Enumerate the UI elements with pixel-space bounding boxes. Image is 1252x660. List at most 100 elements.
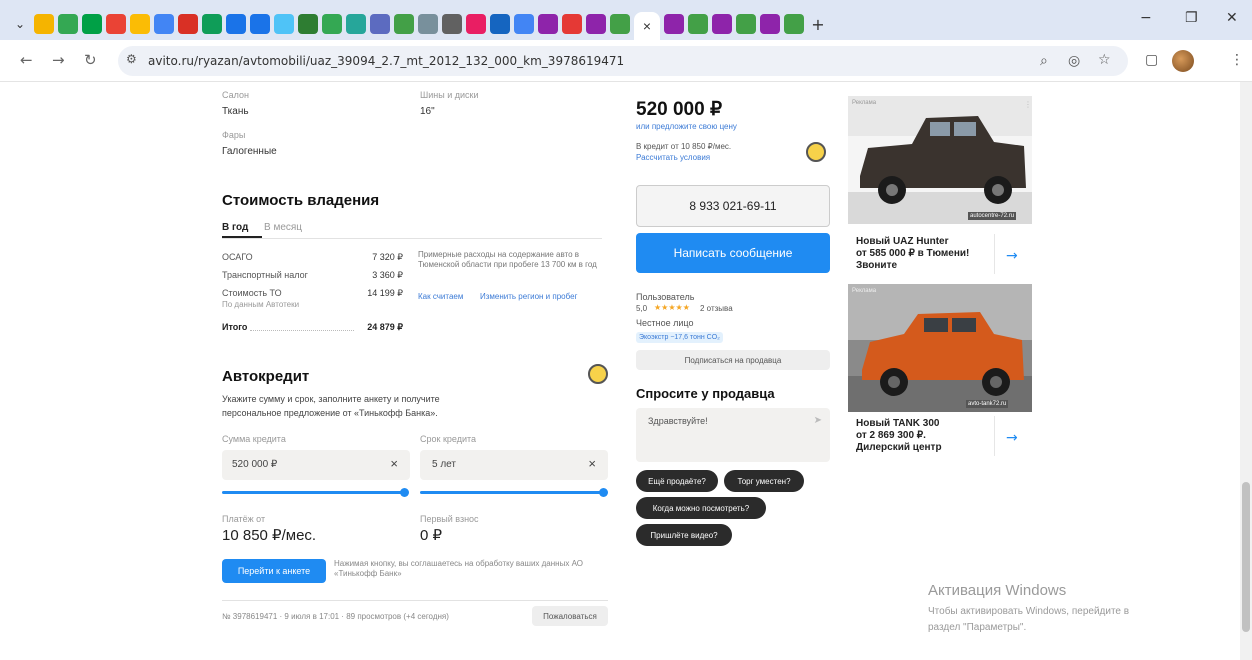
tab-favicon[interactable] bbox=[514, 14, 534, 34]
write-message-button[interactable]: Написать сообщение bbox=[636, 233, 830, 273]
tab-favicon[interactable] bbox=[466, 14, 486, 34]
send-icon[interactable]: ➤ bbox=[814, 415, 822, 426]
salon-value: Ткань bbox=[222, 106, 249, 117]
restore-icon[interactable]: ❐ bbox=[1185, 10, 1198, 26]
url-text[interactable]: avito.ru/ryazan/avtomobili/uaz_39094_2.7… bbox=[148, 54, 624, 68]
tab-favicon[interactable] bbox=[226, 14, 246, 34]
url-field[interactable]: ⚙ avito.ru/ryazan/avtomobili/uaz_39094_2… bbox=[118, 46, 1128, 76]
tab-favicon[interactable] bbox=[154, 14, 174, 34]
clear-sum-icon[interactable]: × bbox=[390, 456, 398, 471]
menu-dots-icon[interactable]: ⋮ bbox=[1230, 52, 1244, 68]
apply-button[interactable]: Перейти к анкете bbox=[222, 559, 326, 583]
payment-label: Платёж от bbox=[222, 514, 266, 524]
tab-favicon[interactable] bbox=[106, 14, 126, 34]
tax-label: Транспортный налог bbox=[222, 270, 308, 280]
ad-arrow-icon[interactable]: → bbox=[1006, 430, 1018, 446]
show-phone-button[interactable]: 8 933 021-69-11 bbox=[636, 185, 830, 227]
ad-card[interactable]: Реклама avto-tank72.ru Новый TANK 300 от… bbox=[848, 284, 1032, 466]
reviews-link[interactable]: 2 отзыва bbox=[700, 304, 733, 313]
tab-favicon[interactable] bbox=[298, 14, 318, 34]
tab-favicon[interactable] bbox=[82, 14, 102, 34]
ad-menu-icon[interactable]: ⋮ bbox=[1024, 100, 1032, 109]
how-we-count-link[interactable]: Как считаем bbox=[418, 292, 463, 301]
active-tab[interactable]: × bbox=[634, 12, 660, 40]
change-region-link[interactable]: Изменить регион и пробег bbox=[480, 292, 577, 301]
ad-title-line2[interactable]: от 585 000 ₽ в Тюмени! bbox=[856, 248, 969, 259]
zoom-icon[interactable]: ⌕ bbox=[1040, 53, 1048, 69]
ad-title-line2[interactable]: от 2 869 300 ₽. bbox=[856, 430, 926, 441]
quick-question-chip[interactable]: Торг уместен? bbox=[724, 470, 804, 492]
ad-card[interactable]: Реклама ⋮ autocentre-72.ru Новый UAZ Hun… bbox=[848, 96, 1032, 278]
close-tab-icon[interactable]: × bbox=[643, 18, 651, 34]
sum-value[interactable]: 520 000 ₽ bbox=[232, 459, 277, 470]
ad-title-line3[interactable]: Дилерский центр bbox=[856, 442, 942, 453]
back-icon[interactable]: ← bbox=[20, 51, 33, 69]
ownership-title: Стоимость владения bbox=[222, 192, 380, 209]
minimize-icon[interactable]: − bbox=[1140, 10, 1152, 26]
forward-icon[interactable]: → bbox=[52, 51, 65, 69]
tab-per-month[interactable]: В месяц bbox=[264, 222, 302, 233]
term-slider-knob[interactable] bbox=[599, 488, 608, 497]
site-settings-icon[interactable]: ⚙ bbox=[126, 52, 137, 66]
quick-question-chip[interactable]: Пришлёте видео? bbox=[636, 524, 732, 546]
tab-favicon[interactable] bbox=[538, 14, 558, 34]
sum-slider-fill[interactable] bbox=[222, 491, 406, 494]
eye-off-icon[interactable]: ◎ bbox=[1068, 53, 1080, 69]
tab-favicon[interactable] bbox=[586, 14, 606, 34]
scrollbar-thumb[interactable] bbox=[1242, 482, 1250, 632]
tab-favicon[interactable] bbox=[784, 14, 804, 34]
sum-input[interactable]: 520 000 ₽ × bbox=[222, 450, 410, 480]
tab-favicon[interactable] bbox=[34, 14, 54, 34]
tab-favicon[interactable] bbox=[322, 14, 342, 34]
tab-favicon[interactable] bbox=[760, 14, 780, 34]
tab-favicon[interactable] bbox=[442, 14, 462, 34]
reload-icon[interactable]: ↻ bbox=[84, 51, 97, 69]
page-scrollbar[interactable] bbox=[1240, 82, 1252, 660]
quick-question-chip[interactable]: Ещё продаёте? bbox=[636, 470, 718, 492]
tab-list-icon[interactable]: ⌄ bbox=[10, 14, 30, 34]
extensions-icon[interactable]: ▢ bbox=[1145, 52, 1158, 68]
tab-favicon[interactable] bbox=[736, 14, 756, 34]
ad-title-line1[interactable]: Новый UAZ Hunter bbox=[856, 236, 949, 247]
suggest-price-link[interactable]: или предложите свою цену bbox=[636, 122, 737, 131]
ad-title-line3[interactable]: Звоните bbox=[856, 260, 897, 271]
lights-label: Фары bbox=[222, 130, 246, 140]
report-button[interactable]: Пожаловаться bbox=[532, 606, 608, 626]
tab-favicon[interactable] bbox=[562, 14, 582, 34]
new-tab-icon[interactable]: + bbox=[808, 14, 828, 34]
tab-favicon[interactable] bbox=[346, 14, 366, 34]
ad-arrow-icon[interactable]: → bbox=[1006, 248, 1018, 264]
tab-favicon[interactable] bbox=[370, 14, 390, 34]
tab-strip: ⌄ × + bbox=[10, 8, 828, 40]
sum-label: Сумма кредита bbox=[222, 434, 286, 444]
tab-favicon[interactable] bbox=[394, 14, 414, 34]
bookmark-star-icon[interactable]: ☆ bbox=[1098, 52, 1111, 68]
calculate-link[interactable]: Рассчитать условия bbox=[636, 153, 710, 162]
clear-term-icon[interactable]: × bbox=[588, 456, 596, 471]
tab-favicon[interactable] bbox=[418, 14, 438, 34]
ask-seller-input[interactable]: Здравствуйте! ➤ bbox=[636, 408, 830, 462]
tab-favicon[interactable] bbox=[130, 14, 150, 34]
close-window-icon[interactable]: ✕ bbox=[1226, 10, 1238, 26]
price: 520 000 ₽ bbox=[636, 99, 723, 120]
tab-favicon[interactable] bbox=[712, 14, 732, 34]
tab-per-year[interactable]: В год bbox=[222, 222, 248, 233]
tab-favicon[interactable] bbox=[58, 14, 78, 34]
tab-favicon[interactable] bbox=[250, 14, 270, 34]
term-value[interactable]: 5 лет bbox=[432, 459, 456, 470]
tab-favicon[interactable] bbox=[274, 14, 294, 34]
term-slider-fill[interactable] bbox=[420, 491, 604, 494]
profile-avatar[interactable] bbox=[1172, 50, 1194, 72]
quick-question-chip[interactable]: Когда можно посмотреть? bbox=[636, 497, 766, 519]
tab-favicon[interactable] bbox=[664, 14, 684, 34]
tab-favicon[interactable] bbox=[688, 14, 708, 34]
tab-favicon[interactable] bbox=[610, 14, 630, 34]
sum-slider-knob[interactable] bbox=[400, 488, 409, 497]
subscribe-button[interactable]: Подписаться на продавца bbox=[636, 350, 830, 370]
term-input[interactable]: 5 лет × bbox=[420, 450, 608, 480]
ask-seller-text[interactable]: Здравствуйте! bbox=[648, 416, 708, 426]
tab-favicon[interactable] bbox=[202, 14, 222, 34]
tab-favicon[interactable] bbox=[178, 14, 198, 34]
ad-title-line1[interactable]: Новый TANK 300 bbox=[856, 418, 939, 429]
tab-favicon[interactable] bbox=[490, 14, 510, 34]
